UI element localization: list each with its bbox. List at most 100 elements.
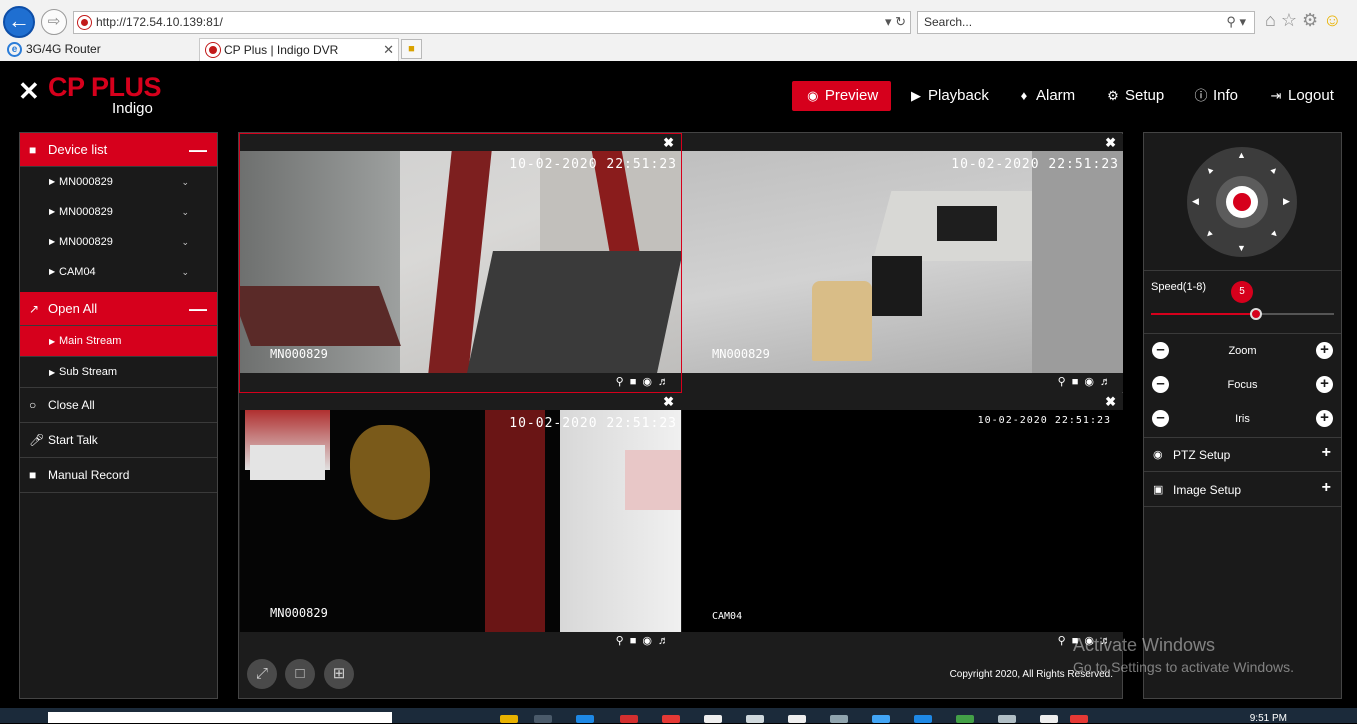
device-item[interactable]: ▶ CAM04 ⌄ — [20, 257, 217, 287]
taskbar-app-icon[interactable] — [500, 715, 518, 723]
chevron-down-icon[interactable]: ⌄ — [181, 197, 189, 227]
feedback-smiley-icon[interactable]: ☺ — [1323, 10, 1346, 30]
audio-icon[interactable]: ♬ — [658, 376, 675, 388]
dpad-center-button[interactable] — [1226, 186, 1258, 218]
nav-info[interactable]: ⓘ Info — [1193, 81, 1238, 111]
video-cell[interactable]: ✖ 10-02-2020 22:51:23 CAM04 ⚲■◉♬ — [682, 393, 1123, 651]
arrow-left-icon[interactable]: ◀ — [1192, 196, 1199, 207]
search-icon[interactable]: ⚲ ▾ — [1226, 14, 1246, 30]
zoom-icon[interactable]: ⚲ — [1058, 376, 1072, 388]
start-talk-button[interactable]: 🎤︎ Start Talk — [20, 423, 217, 458]
taskbar-app-icon[interactable] — [662, 715, 680, 723]
taskbar-app-icon[interactable] — [1070, 715, 1088, 723]
arrow-down-icon[interactable]: ▼ — [1237, 243, 1246, 253]
device-item[interactable]: ▶ MN000829 ⌄ — [20, 227, 217, 257]
zoom-in-button[interactable]: + — [1316, 342, 1333, 359]
video-feed[interactable]: 10-02-2020 22:51:23 CAM04 — [682, 410, 1123, 632]
main-stream-item[interactable]: ▶ Main Stream — [20, 326, 217, 357]
collapse-icon[interactable]: — — [189, 292, 207, 326]
arrow-up-right-icon[interactable]: ▲ — [1268, 163, 1281, 176]
video-feed[interactable]: 10-02-2020 22:51:23 MN000829 — [682, 151, 1123, 373]
taskbar-app-icon[interactable] — [534, 715, 552, 723]
browser-search-input[interactable]: Search... ⚲ ▾ — [917, 11, 1255, 34]
focus-minus-button[interactable]: – — [1152, 376, 1169, 393]
focus-plus-button[interactable]: + — [1316, 376, 1333, 393]
new-tab-button[interactable]: ■ — [401, 39, 422, 59]
taskbar-app-icon[interactable] — [830, 715, 848, 723]
iris-minus-button[interactable]: – — [1152, 410, 1169, 427]
record-icon[interactable]: ■ — [1072, 376, 1085, 388]
audio-icon[interactable]: ♬ — [658, 635, 675, 647]
snapshot-icon[interactable]: ◉ — [1084, 376, 1100, 388]
taskbar-app-icon[interactable] — [704, 715, 722, 723]
close-icon[interactable]: ✖ — [663, 394, 674, 410]
manual-record-button[interactable]: ■ Manual Record — [20, 458, 217, 493]
single-view-button[interactable]: □ — [285, 659, 315, 689]
snapshot-icon[interactable]: ◉ — [642, 635, 658, 647]
quad-view-button[interactable]: ⊞ — [324, 659, 354, 689]
video-cell[interactable]: ✖ 10-02-2020 22:51:23 MN000829 ⚲■◉♬ — [239, 133, 682, 393]
back-button[interactable]: ← — [3, 6, 35, 38]
home-icon[interactable]: ⌂ — [1265, 10, 1281, 30]
close-all-button[interactable]: ○ Close All — [20, 388, 217, 423]
image-setup-section[interactable]: ▣ Image Setup + — [1144, 473, 1341, 507]
tab-dvr[interactable]: CP Plus | Indigo DVR ✕ — [199, 38, 399, 61]
taskbar-app-icon[interactable] — [620, 715, 638, 723]
arrow-up-left-icon[interactable]: ▲ — [1203, 163, 1216, 176]
record-icon[interactable]: ■ — [630, 635, 643, 647]
tab-router[interactable]: e 3G/4G Router — [2, 38, 198, 61]
chevron-down-icon[interactable]: ⌄ — [181, 167, 189, 197]
tools-gear-icon[interactable]: ⚙ — [1302, 10, 1323, 30]
nav-playback[interactable]: ▶ Playback — [908, 81, 989, 111]
zoom-icon[interactable]: ⚲ — [616, 376, 630, 388]
nav-logout[interactable]: ⇥ Logout — [1268, 81, 1334, 111]
fullscreen-button[interactable]: ⤢ — [247, 659, 277, 689]
arrow-down-left-icon[interactable]: ▼ — [1203, 227, 1216, 240]
device-item[interactable]: ▶ MN000829 ⌄ — [20, 167, 217, 197]
taskbar-app-icon[interactable] — [998, 715, 1016, 723]
close-icon[interactable]: ✖ — [1105, 394, 1116, 410]
video-cell[interactable]: ✖ 10-02-2020 22:51:23 MN000829 ⚲■◉♬ — [240, 393, 681, 651]
expand-plus-icon[interactable]: + — [1322, 436, 1331, 470]
taskbar-app-icon[interactable] — [576, 715, 594, 723]
nav-alarm[interactable]: ♦ Alarm — [1016, 81, 1076, 111]
sub-stream-item[interactable]: ▶ Sub Stream — [20, 357, 217, 388]
close-icon[interactable]: ✖ — [663, 135, 674, 151]
zoom-icon[interactable]: ⚲ — [616, 635, 630, 647]
expand-plus-icon[interactable]: + — [1322, 471, 1331, 505]
taskbar-search-box[interactable] — [48, 712, 392, 723]
address-bar[interactable]: http://172.54.10.139:81/ ▾ ↻ — [73, 11, 911, 34]
taskbar-app-icon[interactable] — [914, 715, 932, 723]
forward-button[interactable]: ⇨ — [41, 9, 67, 35]
nav-setup[interactable]: ⚙ Setup — [1105, 81, 1164, 111]
record-icon[interactable]: ■ — [630, 376, 643, 388]
zoom-out-button[interactable]: – — [1152, 342, 1169, 359]
ptz-direction-pad[interactable]: ▲ ▼ ◀ ▶ ▲ ▲ ▼ ▼ — [1187, 147, 1297, 257]
close-icon[interactable]: ✖ — [1105, 135, 1116, 151]
video-feed[interactable]: 10-02-2020 22:51:23 MN000829 — [240, 151, 681, 373]
taskbar-app-icon[interactable] — [746, 715, 764, 723]
video-feed[interactable]: 10-02-2020 22:51:23 MN000829 — [240, 410, 681, 632]
ptz-setup-section[interactable]: ◉ PTZ Setup + — [1144, 438, 1341, 472]
video-cell[interactable]: ✖ 10-02-2020 22:51:23 MN000829 ⚲■◉♬ — [682, 134, 1123, 392]
taskbar-app-icon[interactable] — [872, 715, 890, 723]
taskbar-app-icon[interactable] — [788, 715, 806, 723]
chevron-down-icon[interactable]: ⌄ — [181, 257, 189, 287]
zoom-icon[interactable]: ⚲ — [1058, 635, 1072, 647]
taskbar-app-icon[interactable] — [1040, 715, 1058, 723]
speed-slider[interactable] — [1151, 308, 1334, 320]
close-tab-icon[interactable]: ✕ — [383, 39, 394, 61]
favorites-star-icon[interactable]: ☆ — [1281, 10, 1302, 30]
device-item[interactable]: ▶ MN000829 ⌄ — [20, 197, 217, 227]
snapshot-icon[interactable]: ◉ — [642, 376, 658, 388]
audio-icon[interactable]: ♬ — [1100, 376, 1117, 388]
collapse-icon[interactable]: — — [189, 133, 207, 167]
nav-preview[interactable]: ◉ Preview — [792, 81, 891, 111]
iris-plus-button[interactable]: + — [1316, 410, 1333, 427]
arrow-down-right-icon[interactable]: ▼ — [1268, 227, 1281, 240]
chevron-down-icon[interactable]: ⌄ — [181, 227, 189, 257]
speed-slider-handle[interactable] — [1249, 308, 1262, 320]
arrow-right-icon[interactable]: ▶ — [1283, 196, 1290, 207]
arrow-up-icon[interactable]: ▲ — [1237, 150, 1246, 160]
refresh-icon[interactable]: ▾ ↻ — [885, 14, 906, 30]
